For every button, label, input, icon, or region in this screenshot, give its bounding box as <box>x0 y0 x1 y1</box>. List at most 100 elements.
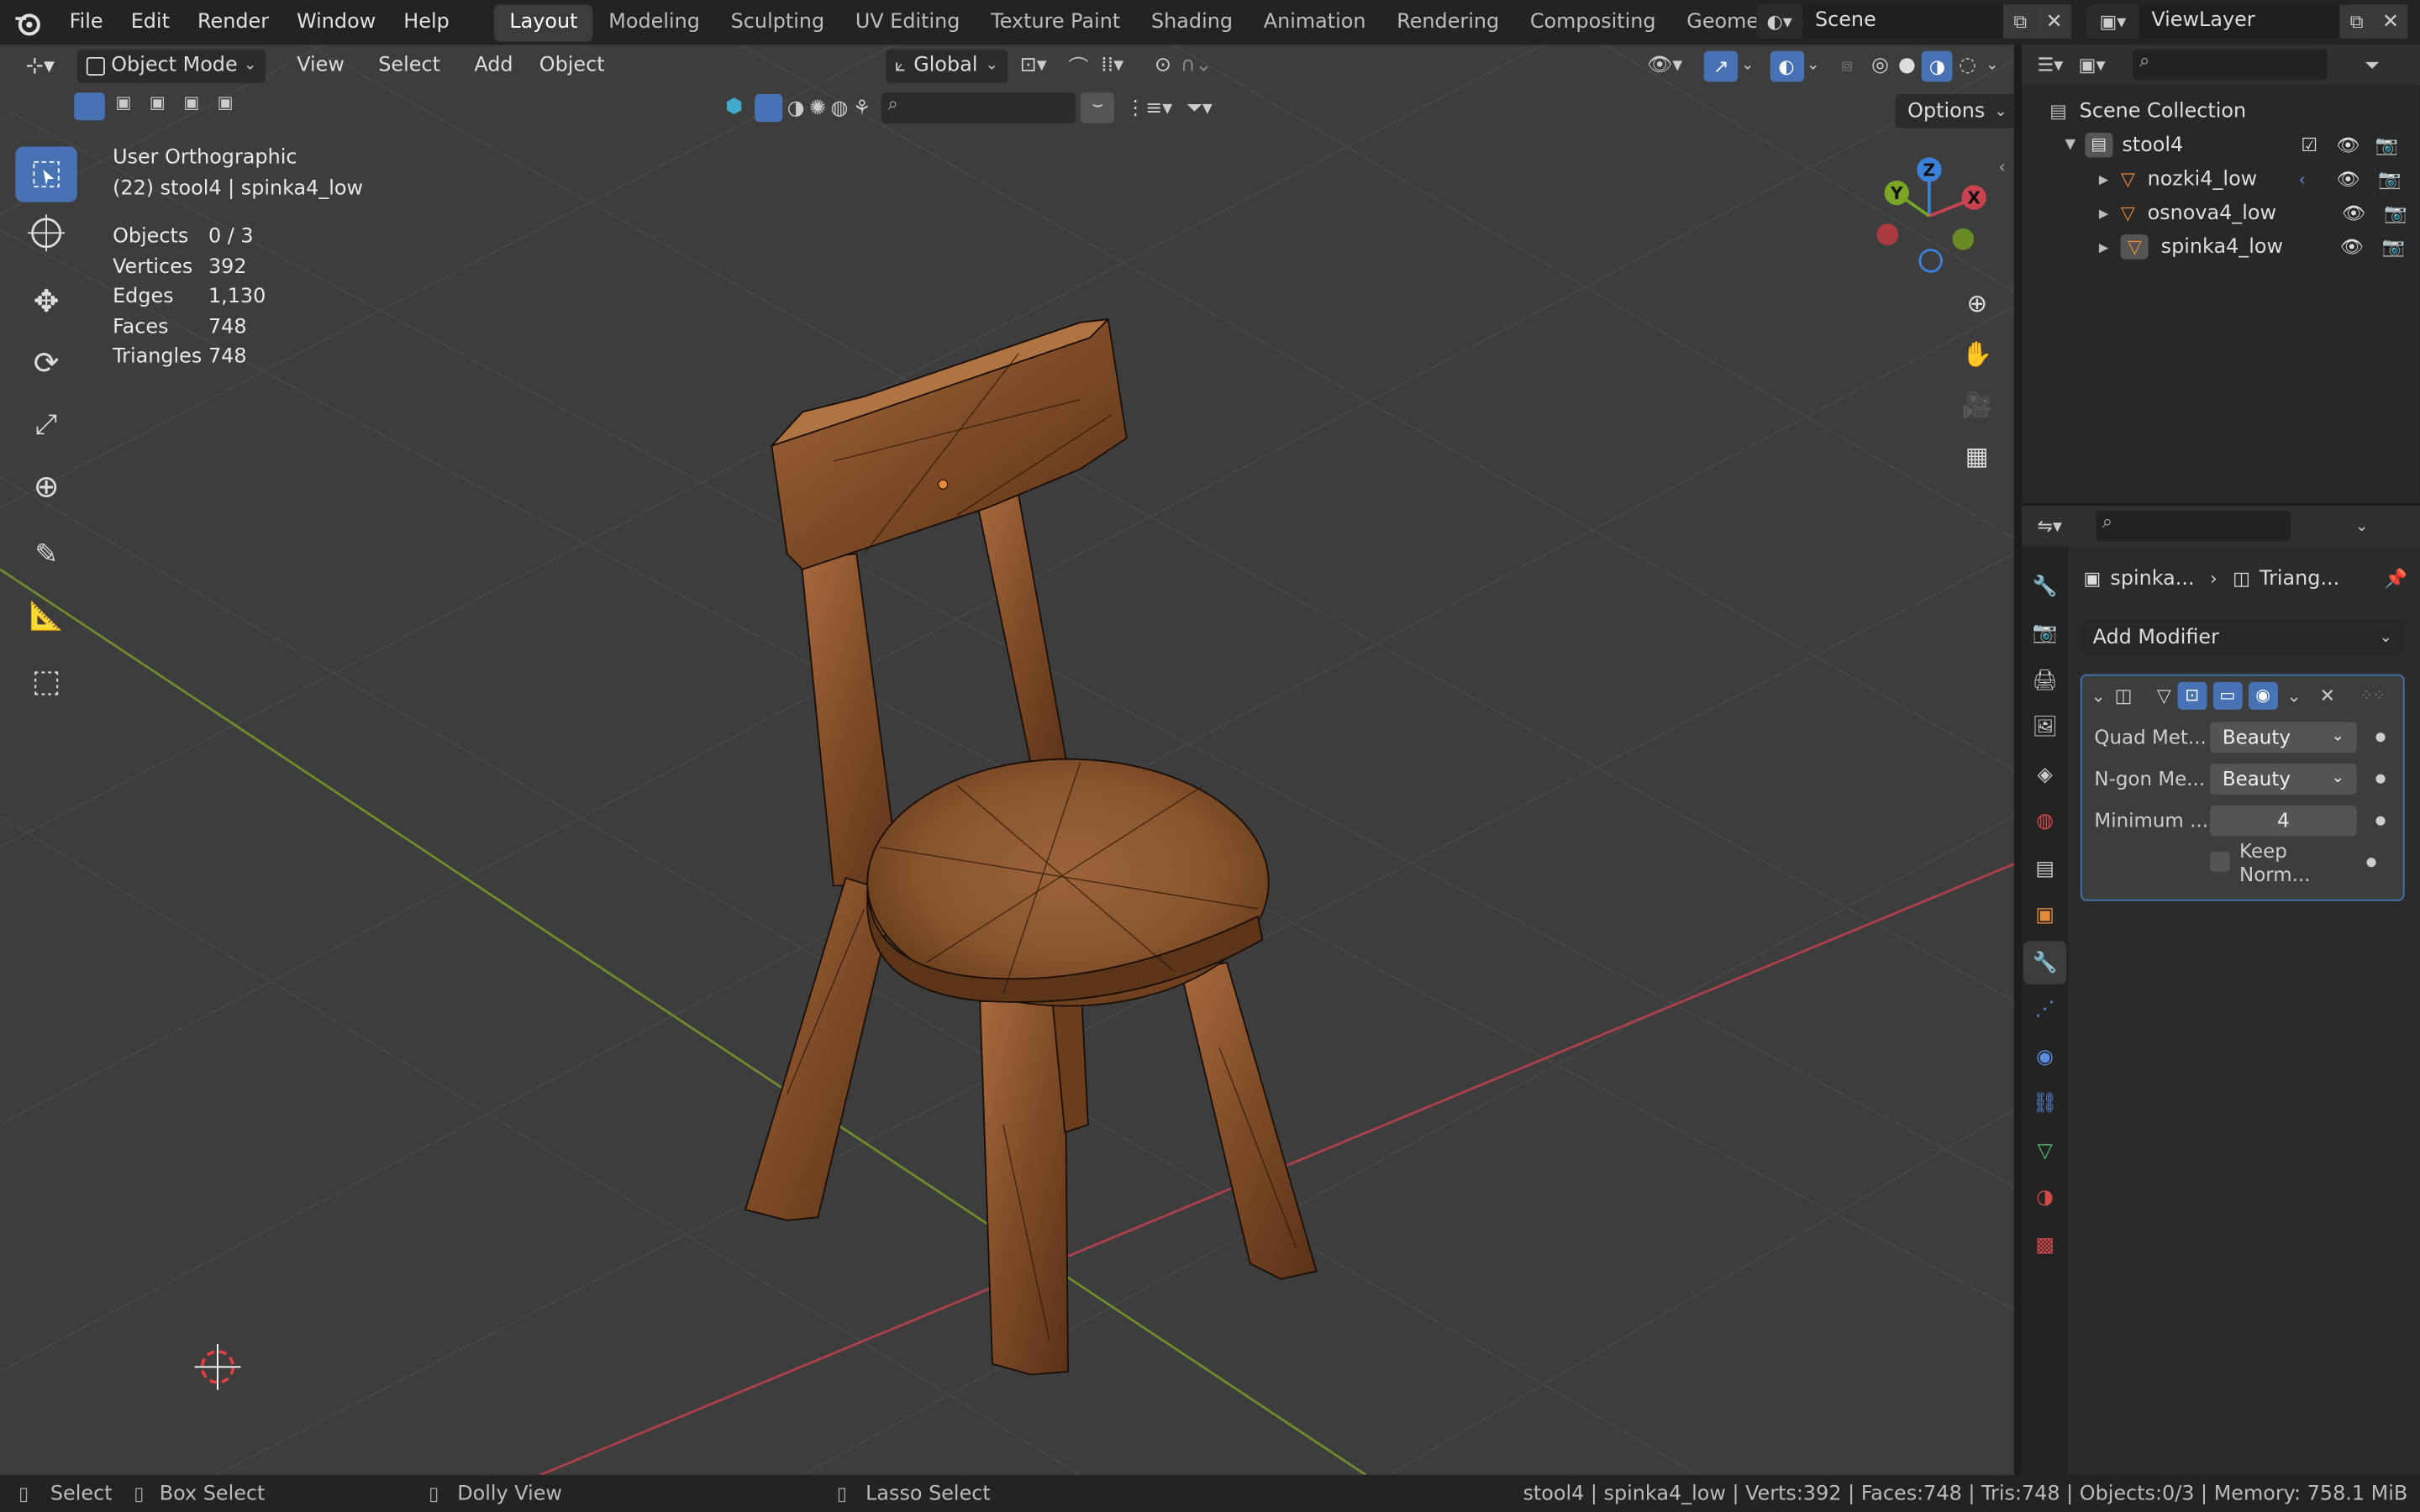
collection-tab-icon[interactable]: ▤ <box>2023 847 2066 890</box>
outliner-search-field[interactable]: ⌕ <box>2133 49 2328 81</box>
blender-logo-icon[interactable] <box>0 0 55 45</box>
constraints-tab-icon[interactable]: ⛓ <box>2023 1082 2066 1125</box>
proportional-falloff-icon[interactable]: ∩⌄ <box>1181 54 1213 77</box>
shading-material-icon[interactable]: ◑ <box>1922 50 1953 81</box>
annotate-tool-icon[interactable]: ✎ <box>15 526 76 581</box>
overlays-toggle-icon[interactable]: ◐ <box>1769 50 1804 81</box>
scene-tab-icon[interactable]: ◈ <box>2023 753 2066 795</box>
outliner-editor-icon[interactable]: ☰▾ <box>2037 54 2063 76</box>
physics-tab-icon[interactable]: ◉ <box>2023 1035 2066 1078</box>
camera-view-icon[interactable]: 🎥 <box>1957 391 1997 431</box>
tab-layout[interactable]: Layout <box>494 3 593 41</box>
select-mode-new-icon[interactable] <box>74 92 105 121</box>
keyframe-dot-icon[interactable]: ● <box>2375 813 2386 827</box>
select-mode-subtract-icon[interactable]: ▣ <box>142 92 173 120</box>
visibility-icon[interactable]: 👁▾ <box>1647 54 1682 77</box>
render-camera-icon[interactable]: 📷 <box>2382 236 2405 258</box>
render-camera-icon[interactable]: 📷 <box>2384 202 2407 224</box>
sidebar-toggle-icon[interactable]: ‹ <box>1999 157 2006 177</box>
material-tab-icon[interactable]: ◑ <box>2023 1176 2066 1219</box>
outliner-item-object[interactable]: ▶ ▽ nozki4_low ‹ 👁 📷 <box>2022 162 2420 196</box>
view-layer-name-field[interactable]: ViewLayer <box>2139 4 2340 39</box>
render-camera-icon[interactable]: 📷 <box>2378 168 2401 190</box>
display-mode-icon[interactable]: ▣▾ <box>2079 54 2106 76</box>
shading-dropdown-icon[interactable]: ⌄ <box>1986 57 1998 74</box>
expand-right-icon[interactable]: ▶ <box>2099 240 2108 255</box>
outliner-item-object[interactable]: ▶ ▽ spinka4_low 👁 📷 <box>2022 230 2420 264</box>
new-scene-icon[interactable]: ⧉ <box>2003 4 2038 39</box>
delete-view-layer-icon[interactable]: ✕ <box>2373 4 2408 39</box>
new-view-layer-icon[interactable]: ⧉ <box>2339 4 2374 39</box>
transform-tool-icon[interactable]: ⊕ <box>15 458 76 513</box>
tab-rendering[interactable]: Rendering <box>1381 4 1515 41</box>
outliner-item-object[interactable]: ▶ ▽ osnova4_low 👁 📷 <box>2022 196 2420 229</box>
collapse-chevron-icon[interactable]: ⌄ <box>2091 685 2106 706</box>
visibility-eye-icon[interactable]: 👁 <box>2336 168 2360 190</box>
keyframe-dot-icon[interactable]: ● <box>2366 855 2377 869</box>
gizmo-dropdown-icon[interactable]: ⌄ <box>1741 57 1754 74</box>
expand-right-icon[interactable]: ▶ <box>2099 206 2108 220</box>
exclude-checkbox-icon[interactable]: ☑ <box>2301 134 2317 156</box>
proportional-edit-icon[interactable]: ⊙ <box>1155 54 1171 77</box>
tab-compositing[interactable]: Compositing <box>1515 4 1671 41</box>
properties-editor-icon[interactable]: ⇋▾ <box>2037 515 2062 537</box>
transform-orientation-selector[interactable]: ⟀ Global ⌄ <box>885 48 1008 83</box>
object-type-light-icon[interactable]: ✺ <box>809 97 826 120</box>
outliner-item-stool4[interactable]: ▼ ▤ stool4 ☑ 👁 📷 <box>2022 128 2420 161</box>
3d-cursor-icon[interactable] <box>194 1343 241 1390</box>
select-box-tool-icon[interactable] <box>15 146 77 202</box>
minimum-vertices-field[interactable]: 4 <box>2210 804 2357 836</box>
modifier-tab-icon[interactable]: 🔧 <box>2023 941 2067 984</box>
tool-tab-icon[interactable]: 🔧 <box>2023 564 2066 607</box>
tab-shading[interactable]: Shading <box>1136 4 1249 41</box>
visibility-eye-icon[interactable]: 👁 <box>2342 202 2365 224</box>
toggle-ortho-icon[interactable]: ▦ <box>1957 441 1997 481</box>
pin-icon[interactable]: 📌 <box>2385 568 2407 590</box>
visibility-eye-icon[interactable]: 👁 <box>2340 236 2364 258</box>
render-camera-icon[interactable]: 📷 <box>2375 134 2398 156</box>
quad-method-dropdown[interactable]: Beauty ⌄ <box>2210 721 2357 753</box>
menu-object[interactable]: Object <box>539 54 605 77</box>
navigation-gizmo[interactable]: Z X Y <box>1860 146 1998 285</box>
properties-search-field[interactable]: ⌕ <box>2096 510 2291 542</box>
menu-select[interactable]: Select <box>378 54 440 77</box>
pan-view-icon[interactable]: ✋ <box>1957 339 1997 380</box>
data-tab-icon[interactable]: ▽ <box>2023 1129 2066 1172</box>
outliner-filter-icon[interactable]: ⏷ <box>2365 53 2380 76</box>
remove-modifier-icon[interactable]: ✕ <box>2320 685 2335 706</box>
select-mode-intersect-icon[interactable]: ▣ <box>210 92 241 120</box>
menu-add[interactable]: Add <box>474 54 513 77</box>
filter-icon[interactable]: ⏷▾ <box>1186 97 1213 120</box>
mode-selector[interactable]: Object Mode ⌄ <box>76 48 266 83</box>
keyframe-dot-icon[interactable]: ● <box>2375 730 2386 744</box>
expand-down-icon[interactable]: ▼ <box>2065 137 2076 152</box>
viewport-search-field[interactable]: ⌕ <box>881 92 1076 123</box>
object-tab-icon[interactable]: ▣ <box>2023 894 2066 937</box>
overlays-dropdown-icon[interactable]: ⌄ <box>1807 57 1819 74</box>
object-type-mesh-icon[interactable] <box>755 94 783 123</box>
object-type-material-icon[interactable]: ◑ <box>787 97 805 120</box>
rotate-tool-icon[interactable]: ⟳ <box>15 335 76 391</box>
shading-rendered-icon[interactable]: ◌ <box>1959 54 1976 77</box>
expand-right-icon[interactable]: ▶ <box>2099 172 2108 186</box>
tab-uv-editing[interactable]: UV Editing <box>840 4 976 41</box>
world-tab-icon[interactable]: ◍ <box>2023 800 2066 843</box>
viewport-toggle-icon[interactable]: ▭ <box>2212 681 2243 710</box>
texture-tab-icon[interactable]: ▩ <box>2023 1224 2066 1267</box>
cage-toggle-icon[interactable]: ⊡ <box>2177 681 2207 710</box>
output-tab-icon[interactable]: 🖨 <box>2023 659 2066 701</box>
snap-icon[interactable]: ⌒ <box>1069 51 1089 81</box>
properties-options-icon[interactable]: ⌄ <box>2355 517 2368 534</box>
tab-animation[interactable]: Animation <box>1248 4 1381 41</box>
render-tab-icon[interactable]: 📷 <box>2023 612 2066 654</box>
scene-name-field[interactable]: Scene <box>1802 4 2004 39</box>
view-layer-selector[interactable]: ▣▾ ViewLayer ⧉ ✕ <box>2086 4 2413 39</box>
shading-solid-icon[interactable]: ● <box>1898 54 1916 77</box>
scene-selector[interactable]: ◐▾ Scene ⧉ ✕ <box>1756 4 2081 39</box>
tab-texture-paint[interactable]: Texture Paint <box>976 4 1136 41</box>
keyframe-dot-icon[interactable]: ● <box>2375 771 2386 785</box>
menu-edit[interactable]: Edit <box>117 0 183 45</box>
shading-wireframe-icon[interactable]: ◎ <box>1871 54 1889 77</box>
scale-tool-icon[interactable]: ⤢ <box>15 396 76 452</box>
keep-normals-checkbox[interactable] <box>2210 851 2231 872</box>
